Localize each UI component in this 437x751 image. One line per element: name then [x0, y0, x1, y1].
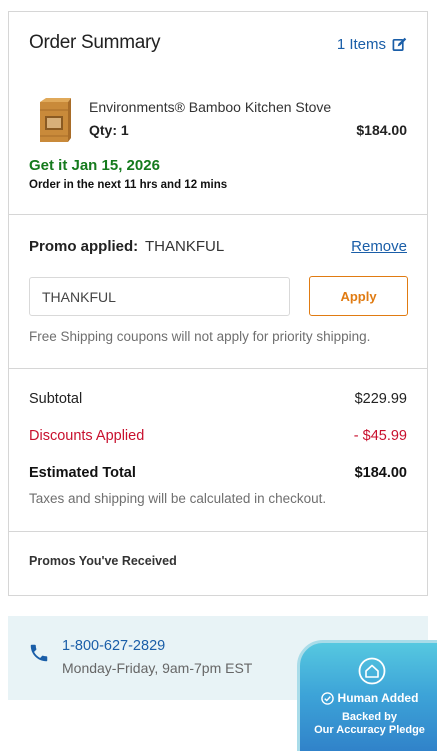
support-hours: Monday-Friday, 9am-7pm EST — [62, 660, 253, 676]
delivery-date: Get it Jan 15, 2026 — [29, 157, 160, 174]
order-summary-card: Order Summary 1 Items Environments® Bamb… — [8, 11, 428, 596]
estimated-total-label: Estimated Total — [29, 465, 136, 481]
edit-icon — [392, 37, 407, 51]
promo-applied-label: Promo applied: — [29, 238, 139, 255]
check-circle-icon — [320, 691, 334, 705]
promo-applied-code: THANKFUL — [145, 238, 225, 255]
phone-number-link[interactable]: 1-800-627-2829 — [62, 638, 165, 654]
estimated-total-value: $184.00 — [354, 465, 407, 481]
product-name[interactable]: Environments® Bamboo Kitchen Stove — [89, 99, 331, 115]
items-link[interactable]: 1 Items — [337, 36, 407, 53]
subtotal-value: $229.99 — [354, 391, 407, 407]
items-count-label: 1 Items — [336, 36, 386, 53]
product-price: $184.00 — [356, 122, 407, 138]
accuracy-pledge-badge[interactable]: Human Added Backed by Our Accuracy Pledg… — [297, 640, 437, 751]
phone-icon — [30, 644, 48, 662]
human-added-label: Human Added — [300, 691, 437, 705]
divider — [9, 368, 427, 369]
pledge-text: Our Accuracy Pledge — [314, 724, 425, 736]
house-icon — [358, 657, 386, 685]
discounts-label: Discounts Applied — [29, 428, 145, 444]
promo-code-input[interactable] — [29, 277, 290, 316]
human-added-text: Human Added — [337, 691, 419, 705]
remove-promo-link[interactable]: Remove — [351, 238, 407, 255]
apply-promo-button[interactable]: Apply — [309, 276, 408, 316]
divider — [9, 531, 427, 532]
product-image[interactable] — [37, 98, 71, 144]
divider — [9, 214, 427, 215]
tax-shipping-note: Taxes and shipping will be calculated in… — [29, 491, 327, 506]
order-cutoff-countdown: Order in the next 11 hrs and 12 mins — [29, 179, 228, 191]
accuracy-pledge-text: Backed by Our Accuracy Pledge — [300, 711, 437, 737]
product-qty: Qty: 1 — [89, 122, 129, 138]
free-shipping-note: Free Shipping coupons will not apply for… — [29, 329, 371, 344]
promos-received-toggle[interactable]: Promos You've Received — [29, 554, 177, 568]
subtotal-label: Subtotal — [29, 391, 83, 407]
backed-by-text: Backed by — [341, 711, 398, 723]
discounts-value: - $45.99 — [353, 428, 407, 444]
order-summary-title: Order Summary — [29, 32, 161, 53]
